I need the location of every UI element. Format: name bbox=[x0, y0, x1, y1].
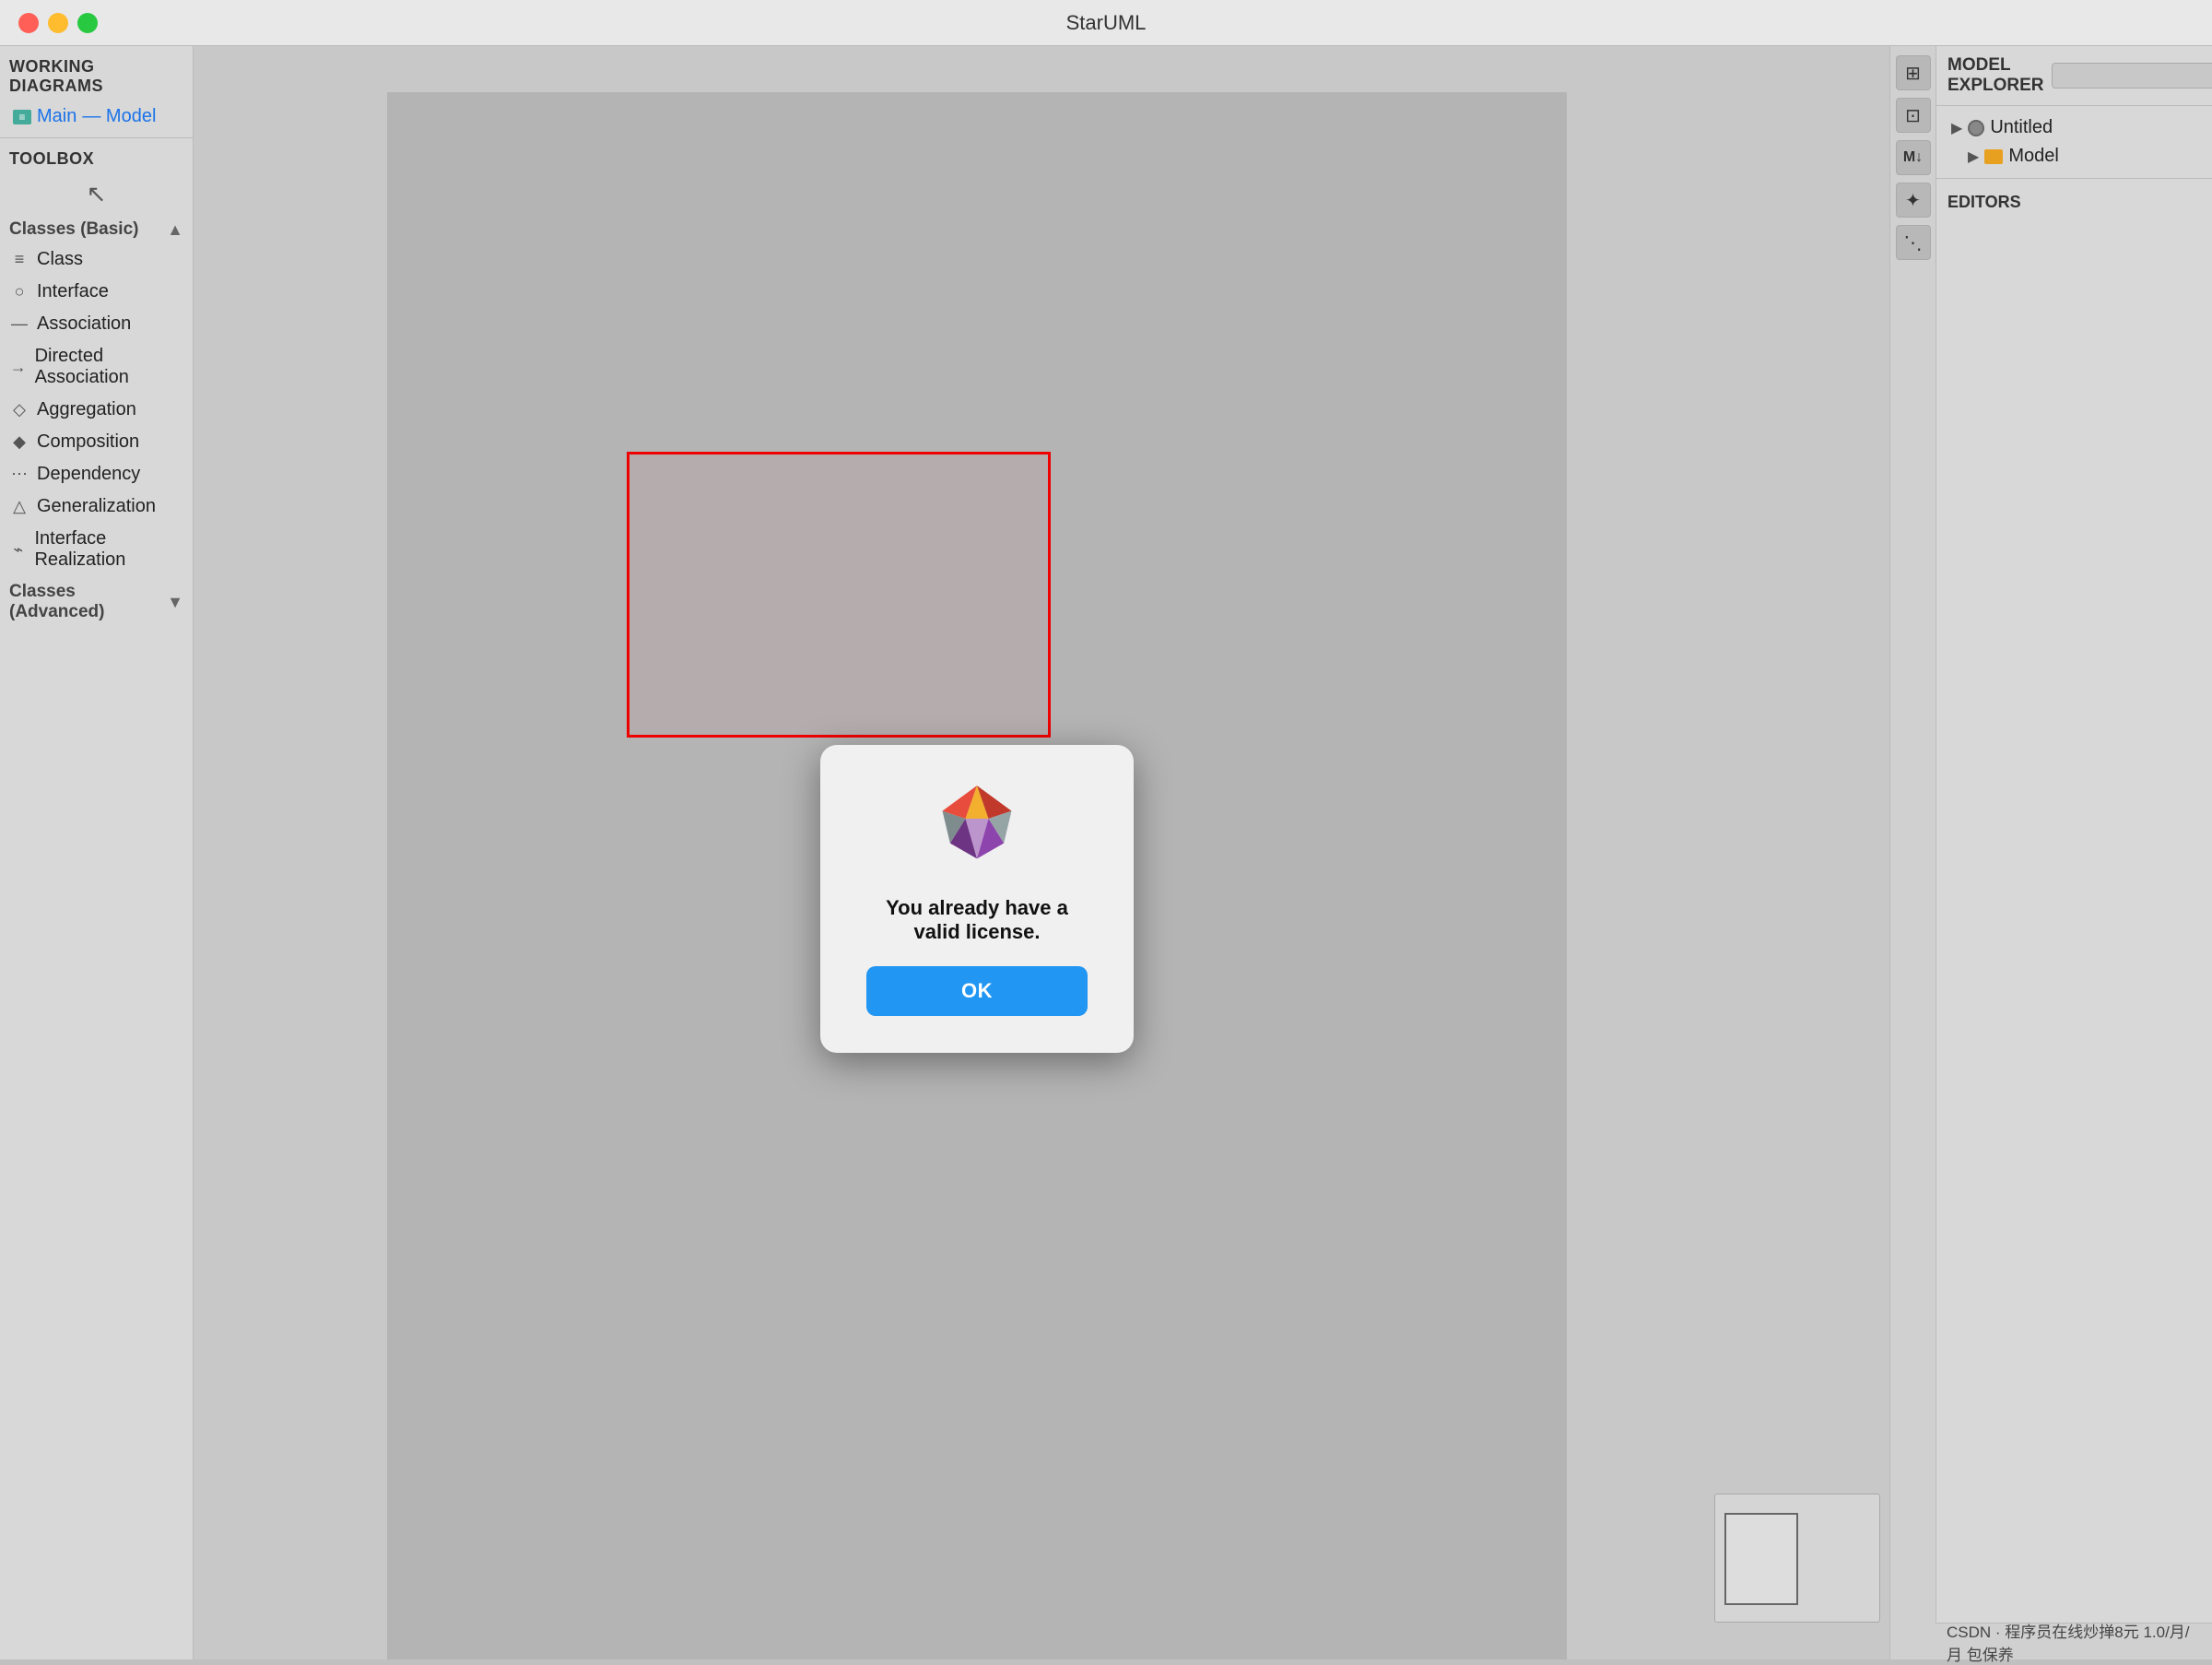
diagram-icon: ≡ bbox=[13, 110, 31, 124]
minimap bbox=[1714, 1494, 1880, 1623]
minimap-viewport bbox=[1724, 1513, 1798, 1605]
markdown-icon: M↓ bbox=[1903, 149, 1923, 166]
dialog-overlay[interactable]: You already have a valid license. OK bbox=[387, 92, 1567, 1659]
dialog-box: You already have a valid license. OK bbox=[820, 745, 1134, 1053]
toolbox-scroll[interactable]: ↖ Classes (Basic) ▲ ≡ Class ○ Interface … bbox=[0, 174, 193, 1659]
toolbox-item-dependency[interactable]: ⋯ Dependency bbox=[0, 458, 193, 490]
scroll-down-btn[interactable]: ▼ bbox=[167, 593, 183, 612]
toolbox-title: TOOLBOX bbox=[0, 138, 193, 174]
interface-realization-label: Interface Realization bbox=[34, 528, 183, 571]
share-icon: ⋱ bbox=[1904, 231, 1923, 254]
ok-button[interactable]: OK bbox=[866, 966, 1088, 1016]
toolbox-item-interface[interactable]: ○ Interface bbox=[0, 276, 193, 308]
model-explorer-header: MODEL EXPLORER ⚙ bbox=[1936, 46, 2212, 106]
bottom-bar: CSDN · 程序员在线炒掸8元 1.0/月/月 包保养 bbox=[1936, 1623, 2212, 1659]
interface-label: Interface bbox=[37, 281, 109, 302]
scroll-up-btn[interactable]: ▲ bbox=[167, 220, 183, 240]
toolbox-item-association[interactable]: — Association bbox=[0, 308, 193, 340]
aggregation-label: Aggregation bbox=[37, 399, 136, 420]
share-button[interactable]: ⋱ bbox=[1896, 225, 1931, 260]
app-title: StarUML bbox=[1066, 11, 1147, 35]
markdown-button[interactable]: M↓ bbox=[1896, 140, 1931, 175]
association-label: Association bbox=[37, 313, 131, 335]
move-icon: ✦ bbox=[1905, 189, 1921, 212]
class-label: Class bbox=[37, 249, 83, 270]
section-basic-label: Classes (Basic) bbox=[9, 219, 138, 240]
toolbox-section-basic: Classes (Basic) ▲ bbox=[0, 214, 193, 243]
class-icon: ≡ bbox=[9, 250, 29, 269]
minimize-button[interactable] bbox=[48, 13, 68, 33]
toolbox-item-interface-realization[interactable]: ⌁ Interface Realization bbox=[0, 523, 193, 576]
aggregation-icon: ◇ bbox=[9, 400, 29, 419]
maximize-button[interactable] bbox=[77, 13, 98, 33]
toolbox-item-composition[interactable]: ◆ Composition bbox=[0, 426, 193, 458]
left-sidebar: WORKING DIAGRAMS ≡ Main — Model TOOLBOX … bbox=[0, 46, 194, 1659]
diagram-item-main[interactable]: ≡ Main — Model bbox=[9, 103, 183, 130]
grid-icon: ⊡ bbox=[1905, 104, 1921, 127]
tree-arrow-model: ▶ bbox=[1968, 148, 1979, 166]
working-diagrams-title: WORKING DIAGRAMS bbox=[9, 57, 183, 96]
move-button[interactable]: ✦ bbox=[1896, 183, 1931, 218]
toolbox-item-generalization[interactable]: △ Generalization bbox=[0, 490, 193, 523]
cursor-icon: ↖ bbox=[87, 180, 107, 208]
toolbox-section-advanced: Classes (Advanced) ▼ bbox=[0, 576, 193, 626]
directed-association-label: Directed Association bbox=[35, 346, 183, 388]
dependency-label: Dependency bbox=[37, 464, 140, 485]
dependency-icon: ⋯ bbox=[9, 465, 29, 484]
titlebar: StarUML bbox=[0, 0, 2212, 46]
dialog-message: You already have a valid license. bbox=[866, 896, 1088, 944]
editors-title: EDITORS bbox=[1947, 193, 2021, 211]
model-label: Model bbox=[2008, 146, 2058, 167]
puzzle-icon: ⊞ bbox=[1905, 62, 1921, 85]
puzzle-button[interactable]: ⊞ bbox=[1896, 55, 1931, 90]
close-button[interactable] bbox=[18, 13, 39, 33]
grid-button[interactable]: ⊡ bbox=[1896, 98, 1931, 133]
toolbox-item-class[interactable]: ≡ Class bbox=[0, 243, 193, 276]
composition-label: Composition bbox=[37, 431, 139, 453]
folder-icon bbox=[1984, 149, 2003, 164]
star-logo-icon bbox=[931, 782, 1023, 874]
toolbox-item-aggregation[interactable]: ◇ Aggregation bbox=[0, 394, 193, 426]
toolbox-area: TOOLBOX ↖ Classes (Basic) ▲ ≡ Class ○ In… bbox=[0, 138, 193, 1659]
model-explorer-title: MODEL EXPLORER bbox=[1947, 55, 2044, 96]
association-icon: — bbox=[9, 314, 29, 334]
editors-section: EDITORS bbox=[1936, 178, 2212, 223]
generalization-icon: △ bbox=[9, 497, 29, 516]
toolbox-item-directed-association[interactable]: → Directed Association bbox=[0, 340, 193, 394]
diagram-suffix: — Model bbox=[82, 106, 156, 127]
model-tree: ▶ Untitled ▶ Model bbox=[1936, 106, 2212, 178]
tree-item-untitled[interactable]: ▶ Untitled bbox=[1946, 113, 2203, 142]
tree-item-model[interactable]: ▶ Model bbox=[1946, 142, 2203, 171]
section-advanced-label: Classes (Advanced) bbox=[9, 582, 167, 622]
bottom-bar-text: CSDN · 程序员在线炒掸8元 1.0/月/月 包保养 bbox=[1947, 1619, 2201, 1665]
untitled-icon bbox=[1968, 120, 1984, 136]
selection-rect bbox=[627, 452, 1051, 738]
right-panel: MODEL EXPLORER ⚙ ▶ Untitled ▶ Model EDIT… bbox=[1936, 46, 2212, 1659]
tree-arrow-untitled: ▶ bbox=[1951, 119, 1962, 137]
interface-realization-icon: ⌁ bbox=[9, 540, 27, 560]
right-toolbar: ⊞ ⊡ M↓ ✦ ⋱ bbox=[1889, 46, 1936, 1659]
interface-icon: ○ bbox=[9, 282, 29, 301]
diagram-label: Main bbox=[37, 106, 76, 127]
composition-icon: ◆ bbox=[9, 432, 29, 452]
directed-association-icon: → bbox=[9, 358, 28, 377]
cursor-row: ↖ bbox=[0, 174, 193, 214]
window-controls[interactable] bbox=[18, 13, 98, 33]
working-diagrams-panel: WORKING DIAGRAMS ≡ Main — Model bbox=[0, 46, 193, 138]
generalization-label: Generalization bbox=[37, 496, 156, 517]
untitled-label: Untitled bbox=[1990, 117, 2053, 138]
model-search-input[interactable] bbox=[2052, 63, 2212, 89]
main-canvas[interactable]: You already have a valid license. OK bbox=[194, 46, 1889, 1659]
